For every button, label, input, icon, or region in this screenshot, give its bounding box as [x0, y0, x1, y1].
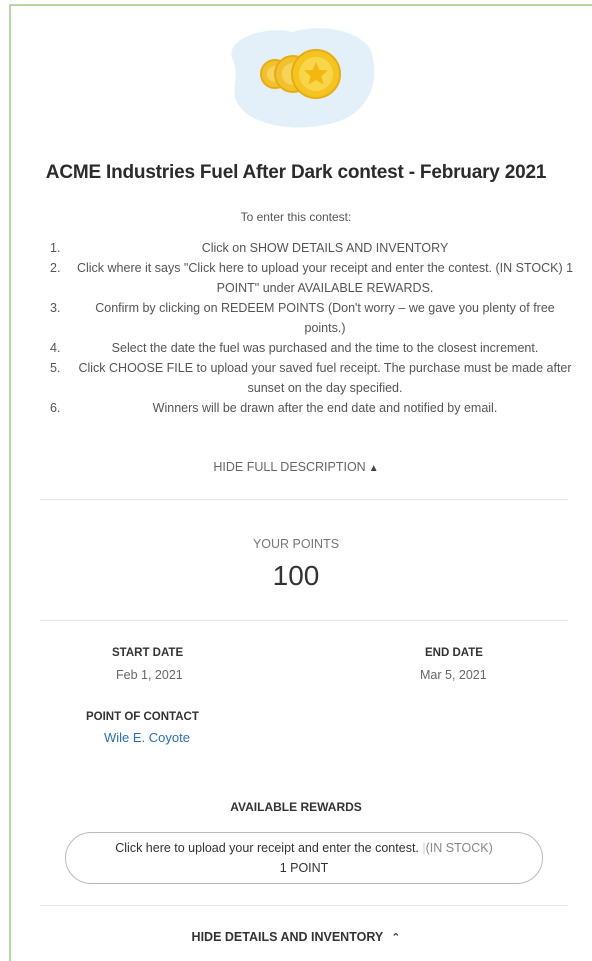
reward-line-1: Click here to upload your receipt and en… — [66, 838, 542, 858]
instruction-list: 1. Click on SHOW DETAILS AND INVENTORY 2… — [40, 238, 574, 418]
upload-receipt-reward-button[interactable]: Click here to upload your receipt and en… — [65, 832, 543, 884]
hide-full-description-link[interactable]: HIDE FULL DESCRIPTION ▲ — [0, 460, 592, 474]
step-text: Click on SHOW DETAILS AND INVENTORY — [201, 241, 449, 255]
step-text: Click CHOOSE FILE to upload your saved f… — [78, 361, 572, 395]
step-number: 6. — [50, 401, 61, 415]
step-text: Confirm by clicking on REDEEM POINTS (Do… — [95, 301, 555, 335]
contest-card — [9, 4, 592, 961]
contact-link[interactable]: Wile E. Coyote — [104, 730, 190, 745]
available-rewards-title: AVAILABLE REWARDS — [230, 800, 362, 814]
coins-icon — [231, 28, 375, 128]
chevron-up-icon: ⌃ — [391, 932, 401, 944]
list-item: 3. Confirm by clicking on REDEEM POINTS … — [40, 298, 574, 338]
step-number: 5. — [50, 361, 61, 375]
step-text: Winners will be drawn after the end date… — [152, 401, 498, 415]
step-number: 1. — [50, 241, 61, 255]
divider — [40, 620, 568, 621]
step-number: 4. — [50, 341, 61, 355]
divider — [40, 905, 568, 906]
list-item: 5. Click CHOOSE FILE to upload your save… — [40, 358, 574, 398]
list-item: 4. Select the date the fuel was purchase… — [40, 338, 574, 358]
list-item: 2. Click where it says "Click here to up… — [40, 258, 574, 298]
reward-stock: (IN STOCK) — [425, 841, 493, 855]
reward-text: Click here to upload your receipt and en… — [115, 841, 419, 855]
step-text: Click where it says "Click here to uploa… — [76, 261, 574, 295]
step-number: 2. — [50, 261, 61, 275]
chevron-up-icon: ▲ — [368, 463, 379, 474]
reward-cost: 1 POINT — [279, 861, 329, 875]
contest-intro: To enter this contest: — [240, 210, 352, 224]
end-date-value: Mar 5, 2021 — [420, 668, 487, 682]
coins-illustration — [213, 20, 379, 130]
step-number: 3. — [50, 301, 61, 315]
list-item: 6. Winners will be drawn after the end d… — [40, 398, 574, 418]
contest-title: ACME Industries Fuel After Dark contest … — [45, 162, 547, 183]
hide-full-description-label: HIDE FULL DESCRIPTION — [213, 460, 366, 474]
divider — [40, 499, 568, 500]
end-date-label: END DATE — [425, 647, 483, 659]
hide-details-inventory-link[interactable]: HIDE DETAILS AND INVENTORY ⌃ — [0, 930, 592, 944]
hide-details-label: HIDE DETAILS AND INVENTORY — [191, 930, 384, 944]
list-item: 1. Click on SHOW DETAILS AND INVENTORY — [40, 238, 574, 258]
points-value: 100 — [272, 560, 320, 591]
point-of-contact-label: POINT OF CONTACT — [86, 711, 199, 723]
step-text: Select the date the fuel was purchased a… — [111, 341, 539, 355]
start-date-value: Feb 1, 2021 — [116, 668, 183, 682]
points-label: YOUR POINTS — [252, 537, 340, 551]
start-date-label: START DATE — [112, 647, 184, 659]
